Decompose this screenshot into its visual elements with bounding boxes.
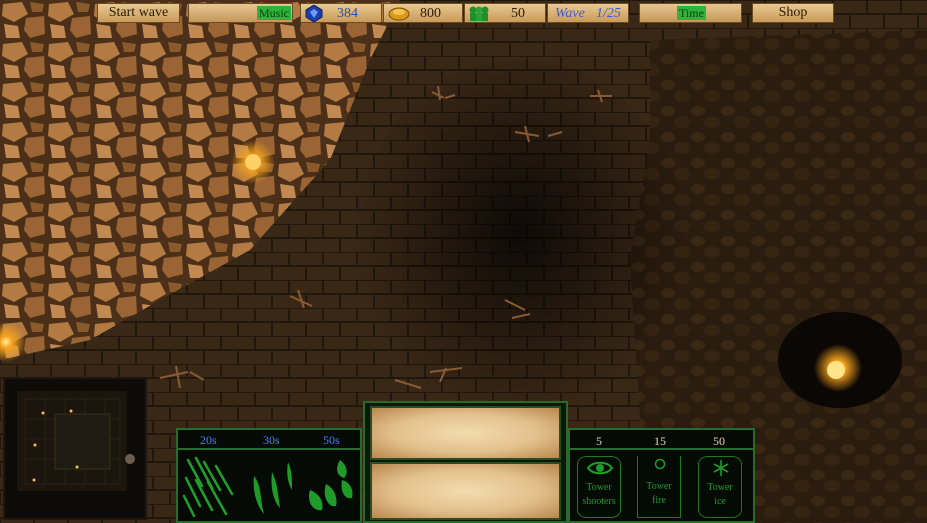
- spell-timer-3: 50s: [323, 433, 340, 447]
- poison-flame-icon[interactable]: [304, 456, 360, 518]
- crystals-value: 384: [337, 6, 358, 21]
- wave-counter: Wave 1/25: [547, 3, 629, 23]
- wave-label: Wave: [555, 6, 585, 21]
- gold-value: 800: [420, 6, 441, 21]
- tower-shooters-line1: Tower: [586, 482, 612, 493]
- soldiers-value: 50: [511, 6, 525, 21]
- tower-fire-button[interactable]: Tower fire: [637, 456, 681, 518]
- spells-panel: 20s 30s 50s: [176, 428, 362, 523]
- crystal-icon: [305, 5, 323, 22]
- soldiers-icon: [469, 6, 489, 21]
- eye-icon: [587, 461, 613, 475]
- arrow-rain-icon[interactable]: [182, 456, 238, 518]
- crystals-counter: 384: [300, 3, 382, 23]
- info-parchment-bottom: [370, 462, 561, 520]
- music-volume-slider[interactable]: Music: [188, 3, 293, 23]
- green-fire-icon[interactable]: [244, 456, 300, 518]
- tower-cost-1: 5: [596, 434, 602, 448]
- snowflake-icon: [713, 460, 729, 476]
- tower-fire-line2: fire: [652, 495, 666, 506]
- time-label: Time: [677, 6, 706, 20]
- minimap-render: [5, 379, 145, 518]
- wave-time-progress: Time: [639, 3, 742, 23]
- start-wave-button[interactable]: Start wave: [97, 3, 180, 23]
- spell-timer-2: 30s: [263, 433, 280, 447]
- gold-counter: 800: [383, 3, 463, 23]
- tower-cost-3: 50: [713, 434, 725, 448]
- soldiers-counter: 50: [464, 3, 546, 23]
- tower-shooters-button[interactable]: Tower shooters: [577, 456, 621, 518]
- shop-button[interactable]: Shop: [752, 3, 834, 23]
- tower-ice-button[interactable]: Tower ice: [698, 456, 742, 518]
- minimap[interactable]: [3, 377, 147, 520]
- music-label: Music: [257, 6, 291, 20]
- flame-icon: [654, 458, 666, 470]
- info-parchment-top: [370, 406, 561, 460]
- tower-ice-line1: Tower: [707, 482, 733, 493]
- spell-timer-1: 20s: [200, 433, 217, 447]
- tower-shooters-line2: shooters: [582, 496, 616, 507]
- tower-cost-2: 15: [654, 434, 666, 448]
- tower-fire-line1: Tower: [646, 481, 672, 492]
- info-panel: [363, 401, 568, 523]
- towers-panel: 5 15 50 Tower shooters Tower fire Tower …: [568, 428, 755, 523]
- tower-ice-line2: ice: [714, 496, 726, 507]
- wave-value: 1/25: [596, 6, 621, 21]
- gold-icon: [388, 7, 410, 21]
